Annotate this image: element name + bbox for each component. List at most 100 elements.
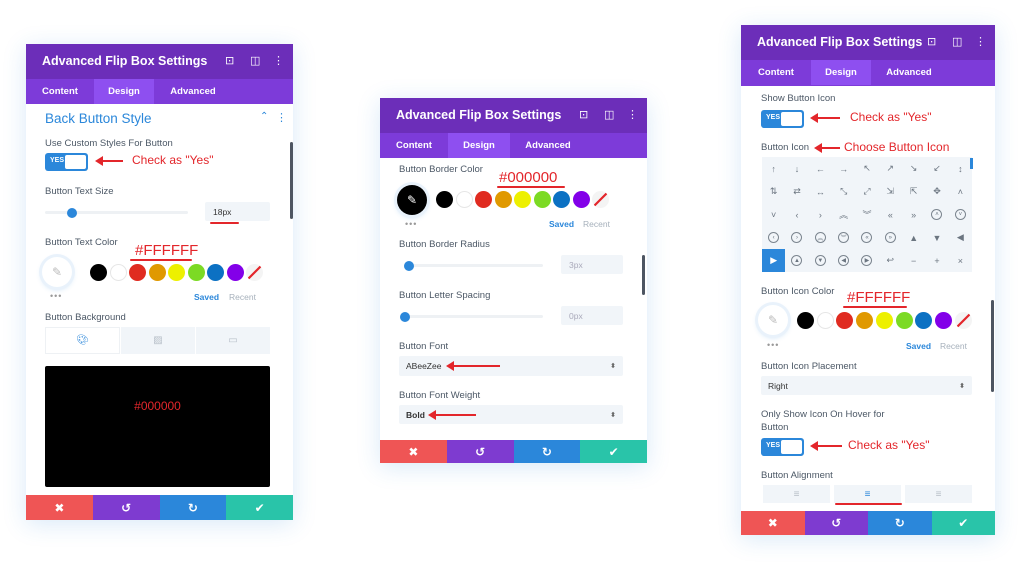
color-swatch[interactable] — [514, 191, 531, 208]
icon-option[interactable]: ↖ — [855, 157, 878, 180]
icon-placement-select[interactable]: Right ⬍ — [761, 376, 972, 395]
color-swatch[interactable] — [494, 191, 512, 208]
split-view-icon[interactable]: ◫ — [604, 108, 614, 121]
tab-design[interactable]: Design — [448, 133, 510, 158]
color-swatch[interactable] — [90, 264, 107, 281]
icon-option[interactable]: ↕ — [949, 157, 972, 180]
icon-option[interactable]: × — [949, 249, 972, 272]
icon-option[interactable]: ⇅ — [762, 180, 785, 203]
tab-advanced[interactable]: Advanced — [510, 133, 586, 158]
slider-handle[interactable] — [404, 260, 414, 271]
color-swatch[interactable] — [572, 191, 590, 208]
check-button[interactable]: ✔ — [580, 440, 647, 463]
scrollbar[interactable] — [290, 142, 293, 219]
color-swatch[interactable] — [226, 264, 244, 281]
text-size-input[interactable]: 18px — [205, 202, 270, 221]
icon-option[interactable]: ⇱ — [902, 180, 925, 203]
align-right-button[interactable]: ≡ — [905, 485, 972, 503]
more-options-icon[interactable]: ⋮ — [273, 54, 284, 67]
check-button[interactable]: ✔ — [226, 495, 293, 520]
scrollbar[interactable] — [991, 300, 994, 392]
icon-option[interactable]: ˅ — [762, 203, 785, 226]
icon-option[interactable]: ↗ — [879, 157, 902, 180]
color-swatch[interactable] — [533, 191, 551, 208]
no-color-swatch[interactable] — [592, 191, 609, 208]
icon-option[interactable]: ◀ — [832, 249, 855, 272]
icon-grid-scrollbar[interactable] — [970, 158, 973, 169]
icon-option[interactable]: ︾ — [832, 226, 855, 249]
icon-option[interactable]: › — [785, 226, 808, 249]
color-swatch[interactable] — [109, 264, 127, 281]
tab-content[interactable]: Content — [741, 60, 811, 85]
icon-option[interactable]: ↔ — [809, 180, 832, 203]
expand-icon[interactable]: ⊡ — [927, 35, 936, 48]
color-swatch[interactable] — [934, 312, 952, 329]
recent-colors-tab[interactable]: Recent — [940, 341, 967, 351]
no-color-swatch[interactable] — [954, 312, 972, 329]
section-menu-icon[interactable]: ⋮ — [276, 111, 287, 124]
bg-gradient-tab[interactable]: ▨ — [121, 327, 195, 354]
icon-option[interactable]: ▶ — [855, 249, 878, 272]
redo-button[interactable]: ↻ — [513, 440, 581, 463]
icon-option[interactable]: ← — [809, 157, 832, 180]
bg-image-tab[interactable]: ▭ — [196, 327, 270, 354]
icon-option[interactable]: ︽ — [832, 203, 855, 226]
icon-option[interactable]: « — [855, 226, 878, 249]
color-swatch[interactable] — [455, 191, 473, 208]
icon-option[interactable]: » — [902, 203, 925, 226]
font-select[interactable]: ABeeZee ⬍ — [399, 356, 623, 376]
more-colors-icon[interactable]: ••• — [405, 219, 417, 229]
letter-spacing-input[interactable]: 0px — [561, 306, 623, 325]
color-picker-button[interactable]: ✎ — [397, 185, 427, 215]
chevron-up-icon[interactable]: ⌃ — [260, 111, 268, 122]
icon-option[interactable]: ▲ — [902, 226, 925, 249]
scrollbar[interactable] — [642, 255, 645, 295]
color-swatch[interactable] — [436, 191, 453, 208]
icon-option[interactable]: ↩ — [879, 249, 902, 272]
icon-option[interactable]: ▼ — [925, 226, 948, 249]
tab-design[interactable]: Design — [94, 79, 154, 104]
more-colors-icon[interactable]: ••• — [767, 340, 779, 350]
color-swatch[interactable] — [475, 191, 492, 208]
recent-colors-tab[interactable]: Recent — [229, 292, 256, 302]
custom-styles-toggle[interactable]: YES — [45, 153, 88, 171]
tab-advanced[interactable]: Advanced — [871, 60, 947, 85]
close-button[interactable]: ✖ — [380, 440, 447, 463]
text-size-slider[interactable] — [45, 207, 188, 218]
icon-option[interactable]: ⇄ — [785, 180, 808, 203]
color-picker-button[interactable]: ✎ — [42, 257, 72, 287]
icon-option[interactable]: ✥ — [925, 180, 948, 203]
color-swatch[interactable] — [148, 264, 166, 281]
color-swatch[interactable] — [553, 191, 570, 208]
more-options-icon[interactable]: ⋮ — [627, 108, 638, 121]
saved-colors-tab[interactable]: Saved — [906, 341, 931, 351]
show-icon-toggle[interactable]: YES — [761, 110, 804, 128]
color-swatch[interactable] — [129, 264, 146, 281]
tab-content[interactable]: Content — [26, 79, 94, 104]
tab-design[interactable]: Design — [811, 60, 871, 85]
split-view-icon[interactable]: ◫ — [250, 54, 260, 67]
icon-option[interactable]: ◀ — [949, 226, 972, 249]
tab-content[interactable]: Content — [380, 133, 448, 158]
border-radius-input[interactable]: 3px — [561, 255, 623, 274]
align-center-button[interactable]: ≡ — [834, 485, 901, 503]
icon-option[interactable]: − — [902, 249, 925, 272]
tab-advanced[interactable]: Advanced — [154, 79, 232, 104]
color-picker-button[interactable]: ✎ — [758, 305, 788, 335]
icon-option[interactable]: + — [925, 249, 948, 272]
hover-icon-toggle[interactable]: YES — [761, 438, 804, 456]
undo-button[interactable]: ↺ — [446, 440, 514, 463]
border-radius-slider[interactable] — [404, 260, 543, 271]
saved-colors-tab[interactable]: Saved — [549, 219, 574, 229]
icon-option[interactable]: ▶ — [762, 249, 786, 272]
icon-option[interactable]: → — [832, 157, 855, 180]
icon-option[interactable]: ⤢ — [855, 180, 878, 203]
redo-button[interactable]: ↻ — [159, 495, 227, 520]
redo-button[interactable]: ↻ — [868, 511, 932, 535]
undo-button[interactable]: ↺ — [804, 511, 868, 535]
undo-button[interactable]: ↺ — [92, 495, 160, 520]
slider-handle[interactable] — [400, 311, 410, 322]
icon-option[interactable]: ↓ — [785, 157, 808, 180]
icon-option[interactable]: ‹ — [785, 203, 808, 226]
color-swatch[interactable] — [875, 312, 893, 329]
